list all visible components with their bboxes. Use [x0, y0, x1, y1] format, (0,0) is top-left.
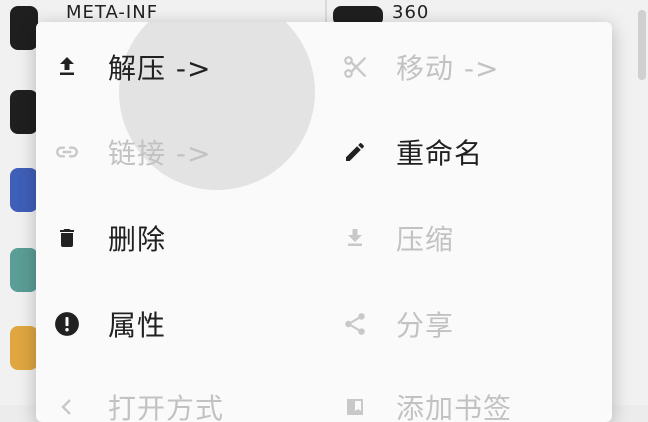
info-icon: [54, 311, 80, 337]
share-icon: [342, 311, 368, 337]
chevron-icon: [54, 394, 80, 420]
menu-item-label: 删除: [108, 223, 167, 256]
menu-item-label: 分享: [396, 309, 455, 342]
menu-item-label: 压缩: [396, 223, 455, 256]
scissors-icon: [342, 54, 368, 80]
binary-file-icon: [10, 248, 38, 292]
file-name-meta-inf[interactable]: META-INF: [66, 2, 158, 23]
link-icon: [54, 139, 80, 165]
menu-item-rename[interactable]: 重命名: [324, 122, 594, 182]
menu-item-share[interactable]: 分享: [324, 294, 594, 354]
folder-icon: [10, 90, 38, 134]
menu-item-add-bookmark[interactable]: 添加书签: [324, 377, 594, 422]
upload-icon: [54, 54, 80, 80]
menu-item-properties[interactable]: 属性: [36, 294, 306, 354]
menu-item-label: 移动 ->: [396, 52, 500, 85]
menu-item-link[interactable]: 链接 ->: [36, 122, 306, 182]
menu-item-extract[interactable]: 解压 ->: [36, 37, 306, 97]
trash-icon: [54, 225, 80, 251]
menu-item-label: 重命名: [396, 137, 484, 170]
menu-item-label: 解压 ->: [108, 52, 212, 85]
pencil-icon: [342, 139, 368, 165]
menu-item-move[interactable]: 移动 ->: [324, 37, 594, 97]
download-icon: [342, 225, 368, 251]
menu-item-delete[interactable]: 删除: [36, 208, 306, 268]
bookmark-icon: [342, 394, 368, 420]
menu-item-compress[interactable]: 压缩: [324, 208, 594, 268]
menu-item-label: 链接 ->: [108, 137, 212, 170]
menu-item-open-with[interactable]: 打开方式: [36, 377, 306, 422]
context-menu: 解压 -> 移动 -> 链接 -> 重命名 删除 压缩 属性 分享 打开方式 添…: [36, 22, 612, 422]
layers-file-icon: [10, 326, 38, 370]
html-file-icon: [10, 168, 38, 212]
scrollbar[interactable]: [638, 10, 646, 80]
menu-item-label: 属性: [108, 309, 167, 342]
folder-icon: [10, 6, 38, 50]
file-name-360[interactable]: 360: [392, 2, 429, 23]
